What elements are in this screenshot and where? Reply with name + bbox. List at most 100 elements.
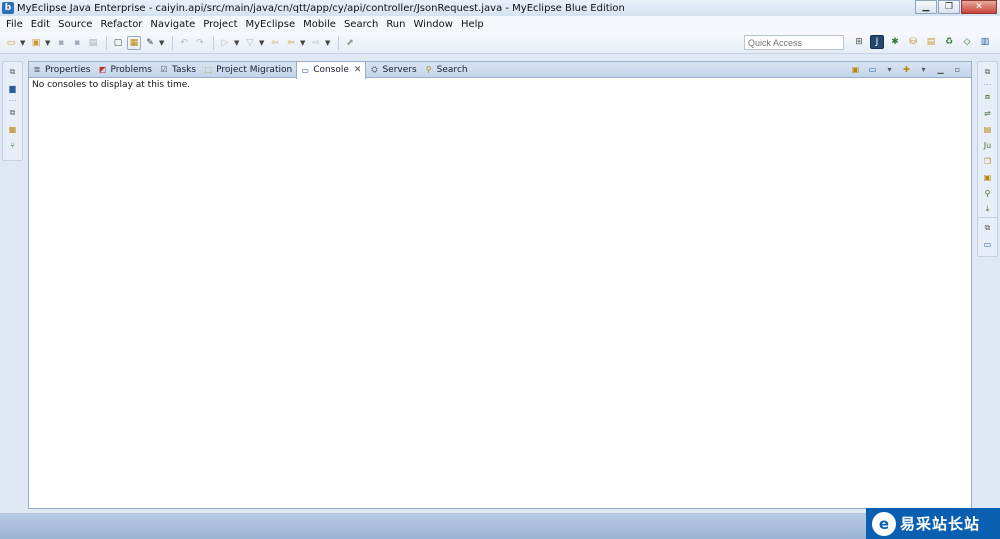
- quick-access-input[interactable]: [744, 35, 844, 50]
- display-console-dropdown-icon[interactable]: ▾: [884, 64, 895, 75]
- new-dropdown-icon[interactable]: ▼: [20, 39, 26, 47]
- open-type-icon[interactable]: ▢: [111, 36, 125, 50]
- menu-source[interactable]: Source: [54, 19, 96, 30]
- remote-systems-icon[interactable]: ⚲: [982, 187, 994, 199]
- tab-search[interactable]: ⚲ Search: [421, 62, 472, 78]
- forward-icon[interactable]: ⇨: [309, 36, 323, 50]
- new-project-dropdown-icon[interactable]: ▼: [45, 39, 51, 47]
- menu-run[interactable]: Run: [382, 19, 409, 30]
- window-title: MyEclipse Java Enterprise - caiyin.api/s…: [17, 2, 625, 14]
- tab-label: Properties: [45, 64, 91, 75]
- restore-icon[interactable]: ⧉: [7, 66, 19, 78]
- tab-servers[interactable]: ⛭ Servers: [366, 62, 420, 78]
- watermark-logo-icon: e: [872, 511, 896, 536]
- menu-edit[interactable]: Edit: [27, 19, 54, 30]
- minimize-view-icon[interactable]: ▁: [935, 64, 946, 75]
- open-console-dropdown-icon[interactable]: ▾: [918, 64, 929, 75]
- title-bar: b MyEclipse Java Enterprise - caiyin.api…: [0, 0, 1000, 16]
- team-perspective-icon[interactable]: ♻: [942, 35, 956, 49]
- main-toolbar: ▭▼ ▣▼ ▪ ▪ ▤ ▢ ▦ ✎▼ ↶ ↷ ▷▼ ▽▼ ⇦ ⇦▼ ⇨▼ ⬈ ⊞…: [0, 32, 1000, 54]
- pin-editor-icon[interactable]: ⬈: [343, 36, 357, 50]
- close-button[interactable]: ✕: [961, 0, 997, 14]
- debug-icon[interactable]: ▽: [243, 36, 257, 50]
- menu-myeclipse[interactable]: MyEclipse: [242, 19, 300, 30]
- forward-dropdown-icon[interactable]: ▼: [325, 39, 331, 47]
- run-dropdown-icon[interactable]: ▼: [234, 39, 240, 47]
- bookmarks-icon[interactable]: ▤: [982, 123, 994, 135]
- menu-project[interactable]: Project: [199, 19, 241, 30]
- toolbar-separator: [172, 35, 173, 50]
- tab-tasks[interactable]: ☑ Tasks: [156, 62, 200, 78]
- migration-icon: ⬚: [204, 65, 212, 74]
- open-perspective-icon[interactable]: ⊞: [852, 35, 866, 49]
- git-perspective-icon[interactable]: ◇: [960, 35, 974, 49]
- restore-button[interactable]: ❐: [938, 0, 960, 14]
- view-actions: ▣ ▭ ▾ ✚ ▾ ▁ ▫: [846, 64, 965, 75]
- console-view-panel: ≣ Properties ◩ Problems ☑ Tasks ⬚ Projec…: [28, 61, 972, 509]
- restore-icon[interactable]: ⧉: [982, 222, 994, 234]
- tab-console[interactable]: ▭ Console ✕: [296, 61, 367, 79]
- menu-file[interactable]: File: [2, 19, 27, 30]
- toggle-view-icon[interactable]: ▦: [127, 35, 141, 50]
- junit-icon[interactable]: Ju: [982, 139, 994, 151]
- menu-mobile[interactable]: Mobile: [299, 19, 340, 30]
- hierarchy-icon[interactable]: ⑂: [7, 139, 19, 151]
- tab-label: Search: [436, 64, 468, 75]
- menu-bar: File Edit Source Refactor Navigate Proje…: [0, 16, 1000, 32]
- restore-icon[interactable]: ⧉: [982, 66, 994, 78]
- console-content: No consoles to display at this time.: [29, 78, 971, 92]
- print-icon[interactable]: ▤: [86, 36, 100, 50]
- archive-icon[interactable]: ▣: [982, 171, 994, 183]
- java-perspective-icon[interactable]: ▥: [978, 35, 992, 49]
- tab-project-migration[interactable]: ⬚ Project Migration: [200, 62, 296, 78]
- display-console-icon[interactable]: ▭: [867, 64, 878, 75]
- snippets-icon[interactable]: ⧈: [982, 91, 994, 103]
- tab-properties[interactable]: ≣ Properties: [29, 62, 94, 78]
- tab-label: Console: [313, 65, 349, 75]
- minimize-button[interactable]: ▁: [915, 0, 937, 14]
- new-icon[interactable]: ▭: [4, 36, 18, 50]
- servers-icon: ⛭: [371, 64, 378, 74]
- tab-label: Servers: [382, 64, 417, 75]
- deploy-icon[interactable]: ⤓: [982, 203, 994, 215]
- debug-dropdown-icon[interactable]: ▼: [259, 39, 265, 47]
- menu-help[interactable]: Help: [457, 19, 488, 30]
- toolbar-separator: [338, 35, 339, 50]
- resource-perspective-icon[interactable]: ▤: [924, 35, 938, 49]
- menu-search[interactable]: Search: [340, 19, 382, 30]
- restore-icon[interactable]: ⧉: [7, 107, 19, 119]
- open-console-icon[interactable]: ✚: [901, 64, 912, 75]
- search-icon: ⚲: [425, 65, 432, 74]
- debug-perspective-icon[interactable]: ✱: [888, 35, 902, 49]
- save-all-icon[interactable]: ▪: [70, 36, 84, 50]
- menu-refactor[interactable]: Refactor: [96, 19, 146, 30]
- pin-console-icon[interactable]: ▣: [850, 64, 861, 75]
- java-ee-perspective-icon[interactable]: J: [870, 35, 884, 49]
- menu-navigate[interactable]: Navigate: [146, 19, 199, 30]
- last-edit-icon[interactable]: ⇦: [268, 36, 282, 50]
- back-icon[interactable]: ⇦: [284, 36, 298, 50]
- problems-icon: ◩: [98, 65, 107, 74]
- maximize-view-icon[interactable]: ▫: [952, 64, 963, 75]
- toolbar-separator: [106, 35, 107, 50]
- outline-icon[interactable]: ▦: [7, 123, 19, 135]
- tab-label: Tasks: [171, 64, 197, 75]
- previous-annotation-icon[interactable]: ↶: [177, 36, 191, 50]
- next-annotation-icon[interactable]: ↷: [193, 36, 207, 50]
- build-tools-icon[interactable]: ✎: [143, 36, 157, 50]
- menu-window[interactable]: Window: [410, 19, 457, 30]
- save-icon[interactable]: ▪: [54, 36, 68, 50]
- database-perspective-icon[interactable]: ⛁: [906, 35, 920, 49]
- close-tab-icon[interactable]: ✕: [354, 65, 362, 75]
- editor-area-icon[interactable]: ▭: [982, 238, 994, 250]
- run-icon[interactable]: ▷: [218, 36, 232, 50]
- connections-icon[interactable]: ⇌: [982, 107, 994, 119]
- tab-problems[interactable]: ◩ Problems: [94, 62, 155, 78]
- new-project-icon[interactable]: ▣: [29, 36, 43, 50]
- copy-icon[interactable]: ❐: [982, 155, 994, 167]
- right-trim-stack-bottom: ⧉ ▭: [977, 217, 998, 257]
- package-explorer-icon[interactable]: ▆: [7, 82, 19, 94]
- build-tools-dropdown-icon[interactable]: ▼: [159, 39, 165, 47]
- back-dropdown-icon[interactable]: ▼: [300, 39, 306, 47]
- tasks-icon: ☑: [160, 65, 168, 74]
